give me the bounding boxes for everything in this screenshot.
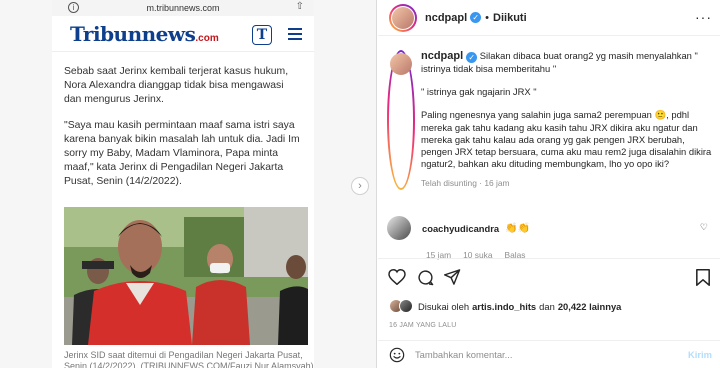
comment-like-icon[interactable]: ♡ (700, 222, 708, 233)
save-icon[interactable] (696, 269, 710, 286)
caption-text: ncdpapl ✓ Silakan dibaca buat orang2 yg m… (421, 50, 711, 190)
add-comment-bar: Kirim (378, 340, 720, 368)
send-comment-button[interactable]: Kirim (688, 349, 712, 360)
next-slide-button[interactable]: › (351, 177, 369, 195)
verified-badge-icon: ✓ (470, 12, 482, 23)
comment-icon[interactable] (417, 269, 434, 286)
caption-line: ngatur2, bahkan aku dituding membungkam,… (421, 158, 670, 170)
caption-line: pengen JRX tetap bersuara, cuma aku mau … (421, 146, 712, 158)
edited-timestamp: Telah disunting · 16 jam (421, 178, 510, 189)
browser-url-bar: i m.tribunnews.com ⇧ (52, 0, 314, 16)
hamburger-menu-icon (288, 28, 302, 43)
tribunnews-logo: Tribunnews.com (70, 21, 219, 46)
liker-avatar (399, 299, 413, 313)
comment-input[interactable] (415, 349, 665, 360)
caption-line: mereka gak tahu kalau ada orang yg gak p… (421, 133, 685, 145)
url-text: m.tribunnews.com (146, 3, 220, 13)
likes-summary: Disukai oleh artis.indo_hits dan 20,422 … (389, 299, 621, 313)
emoji-icon[interactable] (389, 347, 405, 363)
news-photo (64, 207, 308, 345)
caption-line: Paling ngenesnya yang salahin juga sama2… (421, 109, 690, 121)
article-paragraph-quote: "Saya mau kasih permintaan maaf sama ist… (64, 120, 300, 187)
photo-caption: Jerinx SID saat ditemui di Pengadilan Ne… (64, 350, 314, 368)
info-icon: i (68, 2, 79, 13)
caption-line: mereka gak tahu kadang aku kasih tahu JR… (421, 121, 698, 133)
site-header: Tribunnews.com T (52, 16, 314, 52)
caption-line: istrinya tidak bisa memberitahu " (421, 63, 557, 74)
post-sidebar: ncdpapl ✓ • Diikuti ··· ncdpapl ✓ Silakan… (378, 0, 720, 368)
article-paragraph: Sebab saat Jerinx kembali terjerat kasus… (64, 66, 289, 105)
post-caption: ncdpapl ✓ Silakan dibaca buat orang2 yg m… (387, 50, 712, 190)
commenter-username[interactable]: coachyudicandra (422, 223, 499, 234)
caption-line: Silakan dibaca buat orang2 yg masih meny… (479, 50, 698, 61)
liked-count[interactable]: 20,422 lainnya (558, 301, 622, 312)
comment-text: 👏👏 (505, 222, 531, 234)
caption-username[interactable]: ncdpapl (421, 50, 463, 62)
post-header: ncdpapl ✓ • Diikuti ··· (378, 0, 720, 36)
comment-item: coachyudicandra 👏👏 15 jam 10 suka Balas … (387, 216, 712, 260)
liked-prefix: Disukai oleh (418, 300, 470, 312)
post-timestamp: 16 JAM YANG LALU (389, 322, 457, 329)
commenter-avatar[interactable] (387, 216, 411, 240)
tribun-badge-icon: T (252, 25, 272, 45)
liked-mid: dan (539, 300, 555, 312)
author-username[interactable]: ncdpapl (425, 12, 467, 24)
caption-avatar[interactable] (387, 50, 415, 190)
caption-quote: " istrinya gak ngajarin JRX " (421, 86, 537, 98)
share-icon[interactable] (444, 269, 461, 285)
author-avatar[interactable] (389, 3, 417, 32)
verified-badge-icon: ✓ (466, 52, 478, 63)
post-media: i m.tribunnews.com ⇧ Tribunnews.com T Se… (0, 0, 377, 368)
liked-by-user[interactable]: artis.indo_hits (472, 301, 536, 312)
more-options-icon[interactable]: ··· (695, 9, 712, 25)
share-icon: ⇧ (295, 1, 304, 12)
separator-dot: • (485, 11, 490, 24)
following-button[interactable]: Diikuti (493, 12, 527, 24)
news-photo-illustration (64, 207, 308, 345)
like-icon[interactable] (388, 269, 406, 285)
